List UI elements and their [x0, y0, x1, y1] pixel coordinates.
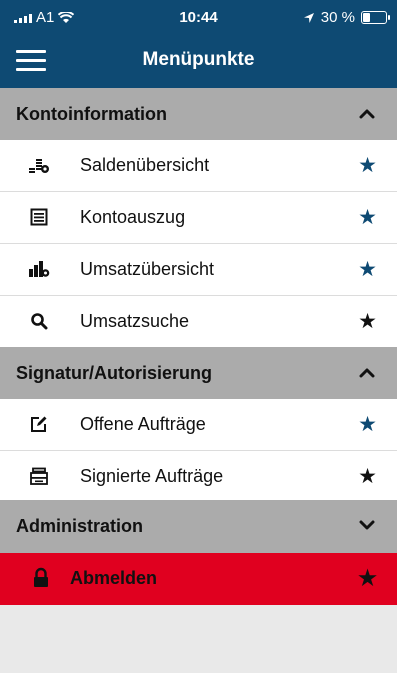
favorite-star-icon[interactable]: ★: [358, 566, 377, 591]
nav-bar: Menüpunkte: [0, 33, 397, 88]
section-kontoinformation[interactable]: Kontoinformation: [0, 88, 397, 140]
section-title: Signatur/Autorisierung: [16, 362, 213, 383]
chevron-down-icon: [359, 520, 375, 530]
menu-item-kontoauszug[interactable]: Kontoauszug ★: [0, 192, 397, 244]
menu-item-label: Signierte Aufträge: [80, 466, 224, 486]
page-title: Menüpunkte: [142, 49, 255, 70]
menu-item-label: Kontoauszug: [80, 207, 186, 227]
battery-icon: [361, 11, 390, 24]
favorite-star-icon[interactable]: ★: [358, 205, 377, 230]
favorite-star-icon[interactable]: ★: [358, 464, 377, 489]
section-title: Administration: [16, 516, 144, 536]
favorite-star-icon[interactable]: ★: [358, 412, 377, 437]
chevron-up-icon: [359, 109, 375, 119]
edit-icon: [28, 413, 50, 435]
search-icon: [28, 310, 50, 332]
status-bar: A1 10:44 30 %: [0, 0, 397, 33]
statement-icon: [28, 206, 50, 228]
lock-icon: [34, 567, 48, 587]
menu-item-offene-auftraege[interactable]: Offene Aufträge ★: [0, 399, 397, 451]
menu-item-label: Umsatzsuche: [80, 311, 190, 331]
menu-item-label: Saldenübersicht: [80, 155, 210, 175]
battery-percent: 30 %: [320, 9, 355, 26]
menu-item-umsatzuebersicht[interactable]: Umsatzübersicht ★: [0, 244, 397, 296]
chevron-up-icon: [359, 368, 375, 378]
favorite-star-icon[interactable]: ★: [358, 153, 377, 178]
location-icon: [303, 12, 314, 23]
bars-coin-icon: [28, 258, 50, 280]
favorite-star-icon[interactable]: ★: [358, 257, 377, 282]
menu-item-signierte-auftraege[interactable]: Signierte Aufträge ★: [0, 451, 397, 503]
section-title: Kontoinformation: [16, 103, 167, 124]
logout-button[interactable]: Abmelden ★: [0, 553, 397, 605]
section-administration[interactable]: Administration: [0, 500, 397, 553]
menu-item-saldenuebersicht[interactable]: Saldenübersicht ★: [0, 140, 397, 192]
menu-item-label: Offene Aufträge: [80, 414, 206, 434]
section-signatur-autorisierung[interactable]: Signatur/Autorisierung: [0, 347, 397, 399]
archive-icon: [28, 465, 50, 487]
logout-label: Abmelden: [70, 568, 158, 588]
menu-item-label: Umsatzübersicht: [80, 259, 215, 279]
favorite-star-icon[interactable]: ★: [358, 309, 377, 334]
menu-item-umsatzsuche[interactable]: Umsatzsuche ★: [0, 296, 397, 348]
coins-icon: [28, 154, 50, 176]
